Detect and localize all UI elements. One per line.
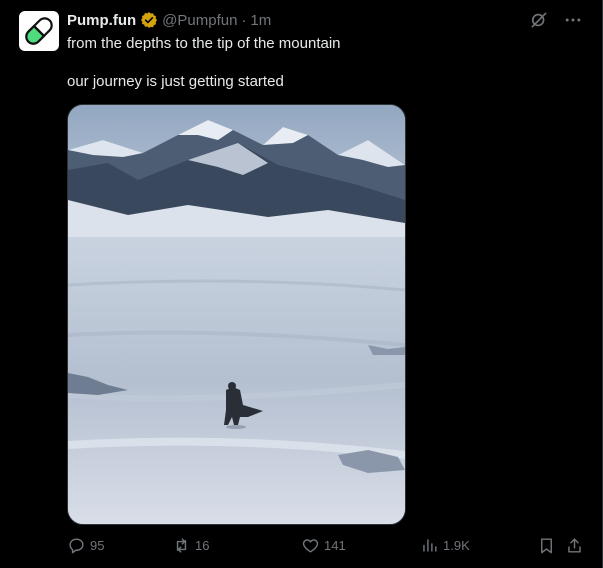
more-options-icon[interactable]	[563, 10, 583, 30]
bookmark-icon	[541, 538, 552, 554]
share-icon	[568, 538, 581, 553]
bookmark-button[interactable]	[537, 536, 556, 555]
avatar[interactable]	[19, 11, 59, 51]
top-actions	[529, 10, 583, 30]
reply-button[interactable]: 95	[67, 536, 104, 555]
reply-count: 95	[90, 538, 105, 553]
repost-button[interactable]: 16	[172, 536, 209, 555]
views-button[interactable]: 1.9K	[420, 536, 470, 555]
share-button[interactable]	[565, 536, 584, 555]
pill-logo-icon	[25, 17, 53, 45]
author-handle[interactable]: @Pumpfun	[162, 12, 237, 29]
views-count: 1.9K	[443, 538, 470, 553]
action-bar: 95 16 141 1.9K	[67, 536, 587, 556]
repost-icon	[176, 538, 187, 553]
verified-badge-icon	[141, 12, 158, 28]
like-count: 141	[324, 538, 346, 553]
snowy-mountain-scene-image	[68, 105, 405, 524]
header-separator: ·	[241, 11, 247, 29]
post-image[interactable]	[67, 104, 406, 525]
post-header: Pump.fun @Pumpfun · 1m	[67, 10, 271, 30]
grok-icon[interactable]	[529, 10, 549, 30]
views-chart-icon	[423, 539, 437, 552]
repost-count: 16	[195, 538, 210, 553]
reply-icon	[69, 538, 84, 554]
post-time[interactable]: 1m	[250, 12, 271, 29]
heart-icon	[302, 539, 319, 553]
like-button[interactable]: 141	[301, 536, 346, 555]
post-text-line-1: from the depths to the tip of the mounta…	[67, 35, 341, 52]
post-text-line-2: our journey is just getting started	[67, 73, 284, 90]
author-name[interactable]: Pump.fun	[67, 12, 136, 29]
